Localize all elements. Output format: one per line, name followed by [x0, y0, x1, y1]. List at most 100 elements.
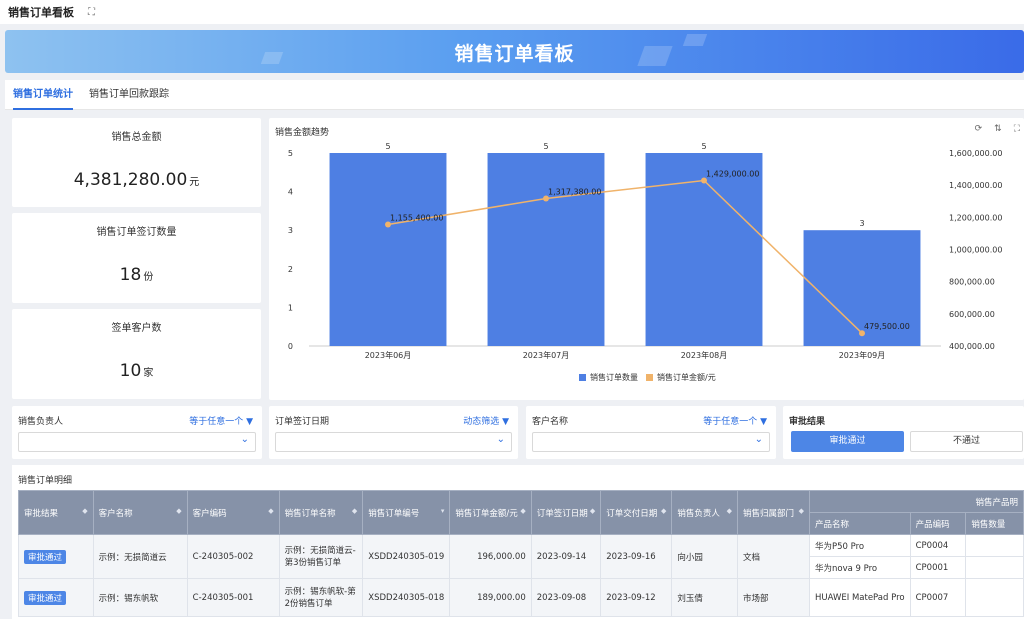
- status-cell: 审批通过: [18, 578, 94, 617]
- bar-data-label: 5: [701, 142, 706, 151]
- bar-data-label: 5: [543, 142, 548, 151]
- approved-button[interactable]: 审批通过: [791, 431, 904, 452]
- filter-sales-owner: 销售负责人 等于任意一个 ▼ ⌄: [12, 406, 262, 459]
- kpi-value: 18 份: [12, 265, 261, 285]
- table-cell: C-240305-002: [186, 534, 280, 579]
- col-header-label: 销售负责人: [677, 508, 720, 519]
- y-right-tick-label: 800,000.00: [949, 278, 995, 287]
- sign-date-select[interactable]: ⌄: [275, 432, 512, 452]
- y-right-tick-label: 1,600,000.00: [949, 149, 1002, 158]
- sort-icon[interactable]: ◆: [82, 507, 87, 515]
- expand-icon[interactable]: ⛶: [88, 7, 95, 18]
- y-left-tick-label: 4: [288, 188, 293, 197]
- col-header-label: 订单签订日期: [536, 508, 588, 519]
- table-cell: 华为nova 9 Pro: [809, 556, 911, 579]
- kpi-number: 4,381,280.00: [73, 170, 188, 190]
- sort-icon[interactable]: ◆: [661, 507, 666, 515]
- table-cell: 2023-09-16: [600, 534, 673, 579]
- table-cell: CP0007: [909, 578, 967, 617]
- kpi-card-customer-count: 签单客户数 10 家: [12, 309, 261, 399]
- table-cell: 2023-09-14: [530, 534, 602, 579]
- filter-customer-name: 客户名称 等于任意一个 ▼ ⌄: [526, 406, 776, 459]
- table-cell: 市场部: [737, 578, 810, 617]
- table-row[interactable]: 审批通过 示例：锡东帆软 C-240305-001 示例：锡东帆软-第2份销售订…: [18, 578, 1024, 617]
- table-cell: 刘玉倩: [671, 578, 738, 617]
- line-data-label: 1,317,380.00: [548, 187, 601, 196]
- y-right-tick-label: 1,200,000.00: [949, 213, 1002, 222]
- table-header-row: 审批结果 ◆ 客户名称 ◆ 客户编码 ◆ 销售订单名称 ◆ 销售订单编号 ▾ 销售订单金额…: [18, 490, 1024, 535]
- col-header[interactable]: 客户编码 ◆: [186, 490, 280, 535]
- col-header[interactable]: 销售订单金额/元 ◆: [449, 490, 532, 535]
- table-row[interactable]: 审批通过 示例：无损简道云 C-240305-002 示例：无损简道云-第3份销…: [18, 534, 1024, 579]
- tab-order-stats[interactable]: 销售订单统计: [13, 80, 73, 110]
- rejected-button[interactable]: 不通过: [910, 431, 1023, 452]
- kpi-label: 签单客户数: [111, 323, 162, 334]
- kpi-card-total-amount: 销售总金额 4,381,280.00 元: [12, 118, 261, 207]
- filter-approval-result: 审批结果 审批通过 不通过: [783, 406, 1024, 459]
- table-cell: 示例：无损简道云-第3份销售订单: [278, 534, 364, 579]
- legend-label-bar: 销售订单数量: [590, 372, 638, 382]
- sub-col-header[interactable]: 产品编码: [909, 512, 967, 535]
- kpi-value: 10 家: [12, 361, 261, 381]
- sort-icon[interactable]: ◆: [799, 507, 804, 515]
- tab-payment-tracking[interactable]: 销售订单回款跟踪: [89, 80, 169, 110]
- table-cell: 文档: [737, 534, 810, 579]
- col-header-label: 销售订单名称: [284, 508, 336, 519]
- sales-trend-chart: 0 1 2 3 4 5 400,000.00 600,000.00 800,000.00 1,00…: [288, 142, 1003, 382]
- kpi-label: 销售订单签订数量: [96, 227, 177, 238]
- kpi-number: 10: [119, 361, 142, 381]
- col-header[interactable]: 销售归属部门 ◆: [737, 490, 810, 535]
- sub-col-header[interactable]: 产品名称: [809, 512, 911, 535]
- table-cell: 196,000.00: [449, 534, 532, 579]
- sales-owner-select[interactable]: ⌄: [18, 432, 256, 452]
- line-data-label: 1,155,400.00: [390, 214, 443, 223]
- col-header[interactable]: 销售负责人 ◆: [671, 490, 738, 535]
- y-left-tick-label: 1: [288, 303, 293, 312]
- filter-label: 审批结果: [789, 417, 826, 427]
- x-tick-label: 2023年09月: [839, 350, 886, 360]
- customer-name-select[interactable]: ⌄: [532, 432, 770, 452]
- col-header-label: 销售归属部门: [743, 508, 795, 519]
- col-header[interactable]: 订单交付日期 ◆: [600, 490, 673, 535]
- bar-order-count: [487, 153, 605, 346]
- col-header-label: 销售订单编号: [368, 508, 420, 519]
- sort-icon[interactable]: ▾: [441, 507, 445, 515]
- sort-icon[interactable]: ◆: [268, 507, 273, 515]
- sort-icon[interactable]: ◆: [590, 507, 595, 515]
- col-header[interactable]: 客户名称 ◆: [92, 490, 188, 535]
- legend-swatch-bar: [579, 374, 586, 381]
- table-cell: [965, 578, 1024, 617]
- filter-label: 销售负责人: [18, 417, 64, 427]
- sort-icon[interactable]: ◆: [176, 507, 181, 515]
- y-right-tick-label: 400,000.00: [949, 342, 995, 351]
- y-left-tick-label: 2: [288, 265, 293, 274]
- banner-title: 销售订单看板: [454, 43, 575, 65]
- table-cell: 2023-09-08: [530, 578, 602, 617]
- status-cell: 审批通过: [18, 534, 94, 579]
- kpi-unit: 元: [189, 177, 200, 188]
- filter-mode-dropdown[interactable]: 等于任意一个 ▼: [189, 414, 253, 427]
- filter-mode-dropdown[interactable]: 等于任意一个 ▼: [703, 414, 767, 427]
- table-cell: CP0004: [909, 534, 967, 557]
- sort-icon[interactable]: ◆: [352, 507, 357, 515]
- col-header[interactable]: 订单签订日期 ◆: [530, 490, 602, 535]
- chevron-down-icon: ⌄: [240, 434, 249, 445]
- kpi-unit: 份: [143, 272, 154, 283]
- bar-data-label: 5: [385, 142, 390, 151]
- sort-icon[interactable]: ◆: [520, 507, 525, 515]
- table-cell: 示例：锡东帆软: [92, 578, 188, 617]
- header-banner: 销售订单看板: [5, 30, 1024, 73]
- col-header[interactable]: 审批结果 ◆: [18, 490, 94, 535]
- chevron-down-icon: ⌄: [754, 434, 763, 445]
- filter-mode-dropdown[interactable]: 动态筛选 ▼: [463, 414, 509, 427]
- kpi-label: 销售总金额: [111, 132, 162, 143]
- table-cell: [965, 534, 1024, 557]
- kpi-value: 4,381,280.00 元: [12, 170, 261, 190]
- sub-col-header[interactable]: 销售数量: [965, 512, 1024, 535]
- status-badge: 审批通过: [24, 590, 67, 605]
- col-header[interactable]: 销售订单编号 ▾: [362, 490, 451, 535]
- y-right-tick-label: 1,000,000.00: [949, 246, 1002, 255]
- x-tick-label: 2023年06月: [365, 350, 412, 360]
- col-header[interactable]: 销售订单名称 ◆: [278, 490, 364, 535]
- sort-icon[interactable]: ◆: [727, 507, 732, 515]
